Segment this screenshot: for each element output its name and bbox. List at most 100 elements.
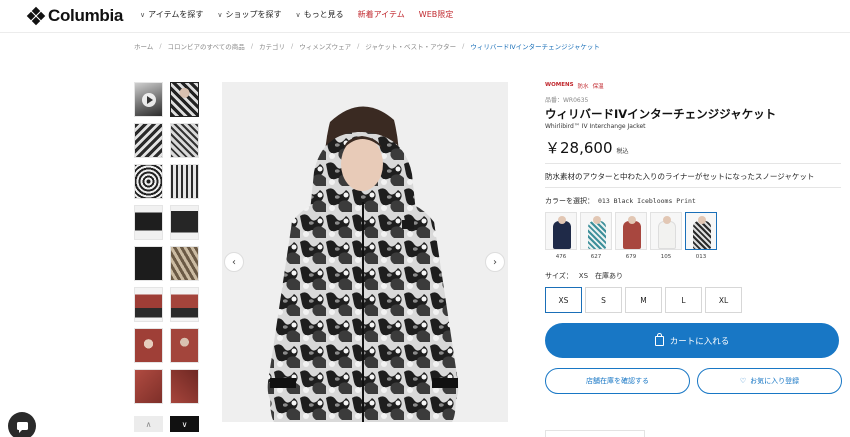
selected-color-name: 013 Black Iceblooms Print xyxy=(598,197,696,205)
color-swatch-627[interactable]: 627 xyxy=(580,212,612,260)
product-catchcopy: 防水素材のアウターと中わた入りのライナーがセットになったスノージャケット xyxy=(545,172,815,181)
chat-button[interactable] xyxy=(8,412,36,437)
thumbnail-image[interactable] xyxy=(170,205,199,240)
add-favorite-button[interactable]: ♡ お気に入り登録 xyxy=(697,368,842,394)
chevron-left-icon: ‹ xyxy=(232,256,236,268)
swatch-image xyxy=(650,212,682,250)
thumbnail-image[interactable] xyxy=(170,287,199,322)
chevron-down-icon: ∨ xyxy=(217,10,223,19)
thumbnail-image[interactable] xyxy=(170,246,199,281)
nav-item-label: 新着アイテム xyxy=(357,10,405,19)
check-store-stock-label: 店舗在庫を確認する xyxy=(586,377,649,385)
breadcrumb-link[interactable]: ウィメンズウェア xyxy=(299,41,351,51)
color-swatches: 476 627 679 105 013 xyxy=(545,212,717,260)
heart-icon: ♡ xyxy=(739,377,747,385)
thumbnail-image[interactable] xyxy=(134,123,163,158)
breadcrumb-separator: / xyxy=(250,42,254,50)
nav-item-find-items[interactable]: ∨ アイテムを探す xyxy=(140,9,203,20)
product-subtitle: Whirlibird™ IV Interchange Jacket xyxy=(545,123,646,130)
brand-logo[interactable]: Columbia xyxy=(26,6,124,26)
color-swatch-105[interactable]: 105 xyxy=(650,212,682,260)
chevron-down-icon: ∨ xyxy=(181,419,188,429)
thumbnail-image[interactable] xyxy=(170,123,199,158)
image-prev-button[interactable]: ‹ xyxy=(224,252,244,272)
thumbnail-image[interactable] xyxy=(134,205,163,240)
nav-item-label: もっと見る xyxy=(303,10,344,19)
size-option-m[interactable]: M xyxy=(625,287,662,313)
price-value: ￥28,600 xyxy=(545,139,613,157)
thumbnail-image[interactable] xyxy=(170,369,199,404)
thumbnail-image[interactable] xyxy=(134,164,163,199)
thumbnail-next-button[interactable]: ∨ xyxy=(170,416,199,432)
nav-item-see-more[interactable]: ∨ もっと見る xyxy=(295,9,343,20)
thumbnail-image[interactable] xyxy=(170,164,199,199)
swatch-image xyxy=(615,212,647,250)
breadcrumb: ホーム / コロンビアのすべての商品 / カテゴリ / ウィメンズウェア / ジャケット… xyxy=(134,41,600,51)
chevron-down-icon: ∨ xyxy=(295,10,301,19)
color-swatch-679[interactable]: 679 xyxy=(615,212,647,260)
chevron-down-icon: ∨ xyxy=(140,10,146,19)
product-price: ￥28,600 税込 xyxy=(545,137,629,158)
breadcrumb-link[interactable]: ジャケット・ベスト・アウター xyxy=(365,41,456,51)
nav-item-label: WEB限定 xyxy=(418,10,454,19)
chevron-up-icon: ∧ xyxy=(145,419,152,429)
header-divider xyxy=(0,32,850,33)
nav-item-web-exclusive[interactable]: WEB限定 xyxy=(419,9,453,20)
feature-tag: 防水 xyxy=(577,84,589,90)
nav-item-label: ショップを探す xyxy=(225,10,282,19)
size-selector-label: サイズ： XS 在庫あり xyxy=(545,271,623,281)
breadcrumb-separator: / xyxy=(357,42,360,50)
secondary-actions: 店舗在庫を確認する ♡ お気に入り登録 xyxy=(545,368,842,394)
swatch-code: 105 xyxy=(660,254,672,260)
swatch-code: 476 xyxy=(555,254,567,260)
product-info: WOMENS 防水 保温 品番：WR0635 ウィリバードIVインターチェンジジ… xyxy=(545,82,845,437)
thumbnail-image[interactable] xyxy=(134,328,163,363)
thumbnail-image[interactable] xyxy=(134,287,163,322)
product-title: ウィリバードIVインターチェンジジャケット xyxy=(545,107,777,121)
info-tab-box xyxy=(545,430,645,437)
size-option-s[interactable]: S xyxy=(585,287,622,313)
add-to-cart-label: カートに入れる xyxy=(669,336,730,347)
thumbnail-image[interactable] xyxy=(134,369,163,404)
divider xyxy=(545,187,841,188)
color-swatch-476[interactable]: 476 xyxy=(545,212,577,260)
thumbnail-image[interactable] xyxy=(170,82,199,117)
play-icon xyxy=(142,93,156,107)
breadcrumb-link[interactable]: カテゴリ xyxy=(259,41,285,51)
thumbnail-image[interactable] xyxy=(170,328,199,363)
size-option-xs[interactable]: XS xyxy=(545,287,582,313)
tax-note: 税込 xyxy=(616,148,629,155)
breadcrumb-link[interactable]: ホーム xyxy=(134,41,153,51)
color-selector-label: カラーを選択： 013 Black Iceblooms Print xyxy=(545,196,696,206)
chat-bubble-icon xyxy=(16,422,28,433)
color-swatch-013[interactable]: 013 xyxy=(685,212,717,260)
swatch-image xyxy=(580,212,612,250)
chevron-right-icon: › xyxy=(493,256,497,268)
gender-tag: WOMENS xyxy=(545,82,574,88)
nav-item-label: アイテムを探す xyxy=(148,10,204,19)
breadcrumb-separator: / xyxy=(291,42,294,50)
thumbnail-image[interactable] xyxy=(134,246,163,281)
brand-name: Columbia xyxy=(48,6,124,25)
swatch-code: 013 xyxy=(695,254,707,260)
size-options: XS S M L XL xyxy=(545,287,742,313)
nav-item-find-shops[interactable]: ∨ ショップを探す xyxy=(217,9,281,20)
add-favorite-label: お気に入り登録 xyxy=(750,377,800,385)
add-to-cart-button[interactable]: カートに入れる xyxy=(545,323,839,358)
nav-item-new-arrivals[interactable]: 新着アイテム xyxy=(358,9,405,20)
swatch-code: 627 xyxy=(590,254,602,260)
size-option-xl[interactable]: XL xyxy=(705,287,742,313)
breadcrumb-current: ウィリバードIVインターチェンジジャケット xyxy=(470,43,600,51)
feature-tag: 保温 xyxy=(592,84,604,90)
size-label-text: サイズ： xyxy=(545,272,573,280)
check-store-stock-button[interactable]: 店舗在庫を確認する xyxy=(545,368,690,394)
thumbnail-prev-button[interactable]: ∧ xyxy=(134,416,163,432)
image-next-button[interactable]: › xyxy=(485,252,505,272)
swatch-image xyxy=(685,212,717,250)
thumbnail-video[interactable] xyxy=(134,82,163,117)
breadcrumb-link[interactable]: コロンビアのすべての商品 xyxy=(168,41,245,51)
size-option-l[interactable]: L xyxy=(665,287,702,313)
shopping-bag-icon xyxy=(654,332,664,346)
selected-size-stock: XS 在庫あり xyxy=(578,272,624,280)
color-label-text: カラーを選択： xyxy=(545,197,594,205)
